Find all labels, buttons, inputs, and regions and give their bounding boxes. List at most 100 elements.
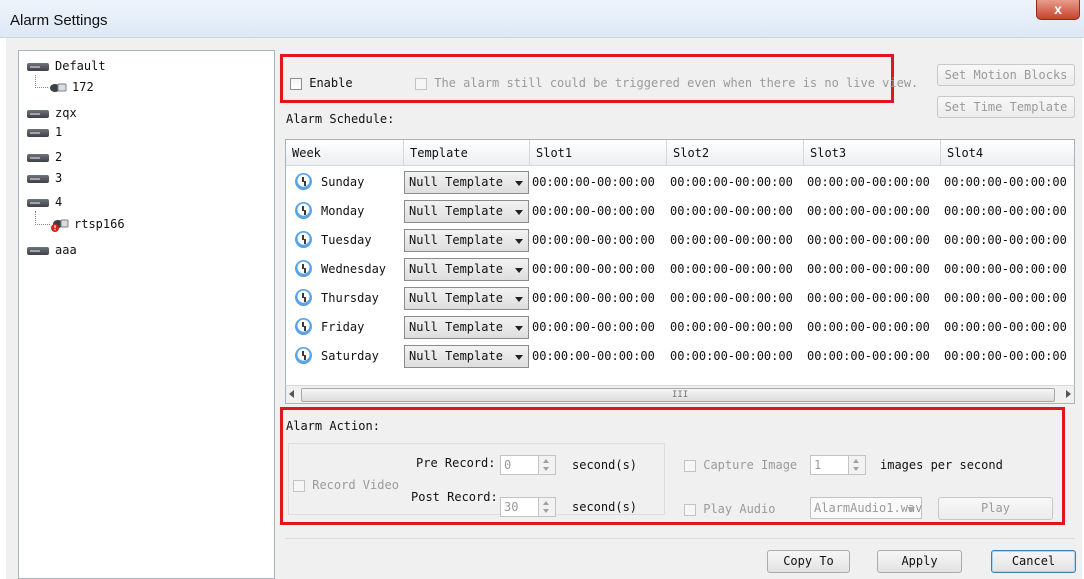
- no-live-view-label: The alarm still could be triggered even …: [434, 76, 919, 90]
- table-row[interactable]: Friday Null Template 00:00:00-00:00:00 0…: [286, 313, 1074, 342]
- slot-cell[interactable]: 00:00:00-00:00:00: [944, 226, 1067, 255]
- slot-cell[interactable]: 00:00:00-00:00:00: [807, 284, 930, 313]
- slot-cell[interactable]: 00:00:00-00:00:00: [944, 313, 1067, 342]
- dropdown-arrow-icon: [515, 326, 523, 331]
- template-select[interactable]: Null Template: [404, 229, 529, 252]
- tree-item-172[interactable]: 172: [49, 78, 94, 96]
- tree-item-default[interactable]: Default: [27, 57, 106, 75]
- clock-icon: [295, 202, 312, 219]
- tree-item-rtsp166[interactable]: rtsp166: [51, 215, 125, 233]
- scroll-thumb[interactable]: III: [301, 388, 1055, 402]
- record-video-checkbox[interactable]: Record Video: [293, 477, 399, 493]
- column-header-template[interactable]: Template: [404, 140, 530, 166]
- set-time-template-button[interactable]: Set Time Template: [937, 96, 1075, 118]
- column-header-slot4[interactable]: Slot4: [941, 140, 1074, 166]
- device-tree[interactable]: Default 172 zqx 1 2 3 4 rtsp166 aaa: [18, 50, 275, 579]
- close-button[interactable]: x: [1036, 0, 1080, 20]
- spin-arrows-icon[interactable]: [538, 498, 555, 516]
- column-header-slot2[interactable]: Slot2: [667, 140, 804, 166]
- copy-to-button[interactable]: Copy To: [767, 550, 850, 573]
- slot-cell[interactable]: 00:00:00-00:00:00: [944, 197, 1067, 226]
- slot-cell[interactable]: 00:00:00-00:00:00: [944, 342, 1067, 371]
- slot-cell[interactable]: 00:00:00-00:00:00: [670, 226, 793, 255]
- slot-cell[interactable]: 00:00:00-00:00:00: [532, 197, 655, 226]
- slot-cell[interactable]: 00:00:00-00:00:00: [670, 284, 793, 313]
- day-name: Wednesday: [321, 262, 387, 276]
- slot-cell[interactable]: 00:00:00-00:00:00: [532, 255, 655, 284]
- enable-checkbox[interactable]: Enable: [290, 75, 353, 91]
- slot-cell[interactable]: 00:00:00-00:00:00: [670, 313, 793, 342]
- column-header-week[interactable]: Week: [286, 140, 404, 166]
- slot-cell[interactable]: 00:00:00-00:00:00: [532, 342, 655, 371]
- slot-cell[interactable]: 00:00:00-00:00:00: [532, 168, 655, 197]
- slot-cell[interactable]: 00:00:00-00:00:00: [944, 168, 1067, 197]
- record-video-check-box[interactable]: [293, 479, 305, 492]
- tree-item-2[interactable]: 2: [27, 148, 62, 166]
- device-icon: [27, 109, 49, 118]
- capture-image-check-box[interactable]: [684, 459, 696, 472]
- set-motion-blocks-button[interactable]: Set Motion Blocks: [937, 64, 1075, 86]
- spin-arrows-icon[interactable]: [538, 456, 555, 474]
- slot-cell[interactable]: 00:00:00-00:00:00: [670, 342, 793, 371]
- schedule-table[interactable]: Week Template Slot1 Slot2 Slot3 Slot4 Su…: [285, 139, 1075, 404]
- day-name: Saturday: [321, 349, 379, 363]
- day-name: Tuesday: [321, 233, 372, 247]
- device-icon: [27, 246, 49, 255]
- slot-cell[interactable]: 00:00:00-00:00:00: [807, 168, 930, 197]
- slot-cell[interactable]: 00:00:00-00:00:00: [944, 284, 1067, 313]
- capture-image-label: Capture Image: [703, 458, 798, 472]
- play-audio-checkbox[interactable]: Play Audio: [684, 501, 775, 517]
- tree-item-3[interactable]: 3: [27, 169, 62, 187]
- slot-cell[interactable]: 00:00:00-00:00:00: [807, 255, 930, 284]
- enable-check-box[interactable]: [290, 77, 302, 90]
- tree-item-zqx[interactable]: zqx: [27, 104, 77, 122]
- template-select[interactable]: Null Template: [404, 200, 529, 223]
- template-select[interactable]: Null Template: [404, 345, 529, 368]
- column-header-slot1[interactable]: Slot1: [530, 140, 667, 166]
- slot-cell[interactable]: 00:00:00-00:00:00: [807, 342, 930, 371]
- slot-cell[interactable]: 00:00:00-00:00:00: [670, 255, 793, 284]
- slot-cell[interactable]: 00:00:00-00:00:00: [807, 226, 930, 255]
- table-row[interactable]: Thursday Null Template 00:00:00-00:00:00…: [286, 284, 1074, 313]
- post-record-label: Post Record:: [411, 490, 498, 504]
- audio-file-select[interactable]: AlarmAudio1.wav: [810, 497, 922, 519]
- slot-cell[interactable]: 00:00:00-00:00:00: [944, 255, 1067, 284]
- template-select[interactable]: Null Template: [404, 287, 529, 310]
- no-live-view-check-box[interactable]: [415, 77, 427, 90]
- pre-record-spinner[interactable]: 0: [500, 455, 556, 475]
- scroll-right-icon[interactable]: [1066, 390, 1071, 398]
- slot-cell[interactable]: 00:00:00-00:00:00: [532, 226, 655, 255]
- clock-icon: [295, 347, 312, 364]
- slot-cell[interactable]: 00:00:00-00:00:00: [532, 313, 655, 342]
- template-select[interactable]: Null Template: [404, 171, 529, 194]
- tree-item-4[interactable]: 4: [27, 193, 62, 211]
- camera-icon: [50, 83, 67, 92]
- table-row[interactable]: Saturday Null Template 00:00:00-00:00:00…: [286, 342, 1074, 371]
- no-live-view-trigger-checkbox[interactable]: The alarm still could be triggered even …: [415, 75, 918, 91]
- capture-image-checkbox[interactable]: Capture Image: [684, 457, 797, 473]
- slot-cell[interactable]: 00:00:00-00:00:00: [670, 168, 793, 197]
- dropdown-arrow-icon: [515, 239, 523, 244]
- apply-button[interactable]: Apply: [877, 550, 962, 573]
- table-row[interactable]: Monday Null Template 00:00:00-00:00:00 0…: [286, 197, 1074, 226]
- tree-item-aaa[interactable]: aaa: [27, 241, 77, 259]
- tree-item-1[interactable]: 1: [27, 123, 62, 141]
- slot-cell[interactable]: 00:00:00-00:00:00: [807, 197, 930, 226]
- play-audio-check-box[interactable]: [684, 503, 696, 516]
- slot-cell[interactable]: 00:00:00-00:00:00: [532, 284, 655, 313]
- capture-image-spinner[interactable]: 1: [810, 455, 866, 475]
- slot-cell[interactable]: 00:00:00-00:00:00: [670, 197, 793, 226]
- horizontal-scrollbar[interactable]: III: [285, 385, 1075, 404]
- spin-arrows-icon[interactable]: [848, 456, 865, 474]
- post-record-spinner[interactable]: 30: [500, 497, 556, 517]
- template-select[interactable]: Null Template: [404, 258, 529, 281]
- cancel-button[interactable]: Cancel: [991, 550, 1076, 573]
- table-row[interactable]: Wednesday Null Template 00:00:00-00:00:0…: [286, 255, 1074, 284]
- table-row[interactable]: Sunday Null Template 00:00:00-00:00:00 0…: [286, 168, 1074, 197]
- table-row[interactable]: Tuesday Null Template 00:00:00-00:00:00 …: [286, 226, 1074, 255]
- template-select[interactable]: Null Template: [404, 316, 529, 339]
- play-button[interactable]: Play: [938, 497, 1053, 520]
- scroll-left-icon[interactable]: [289, 390, 294, 398]
- slot-cell[interactable]: 00:00:00-00:00:00: [807, 313, 930, 342]
- column-header-slot3[interactable]: Slot3: [804, 140, 941, 166]
